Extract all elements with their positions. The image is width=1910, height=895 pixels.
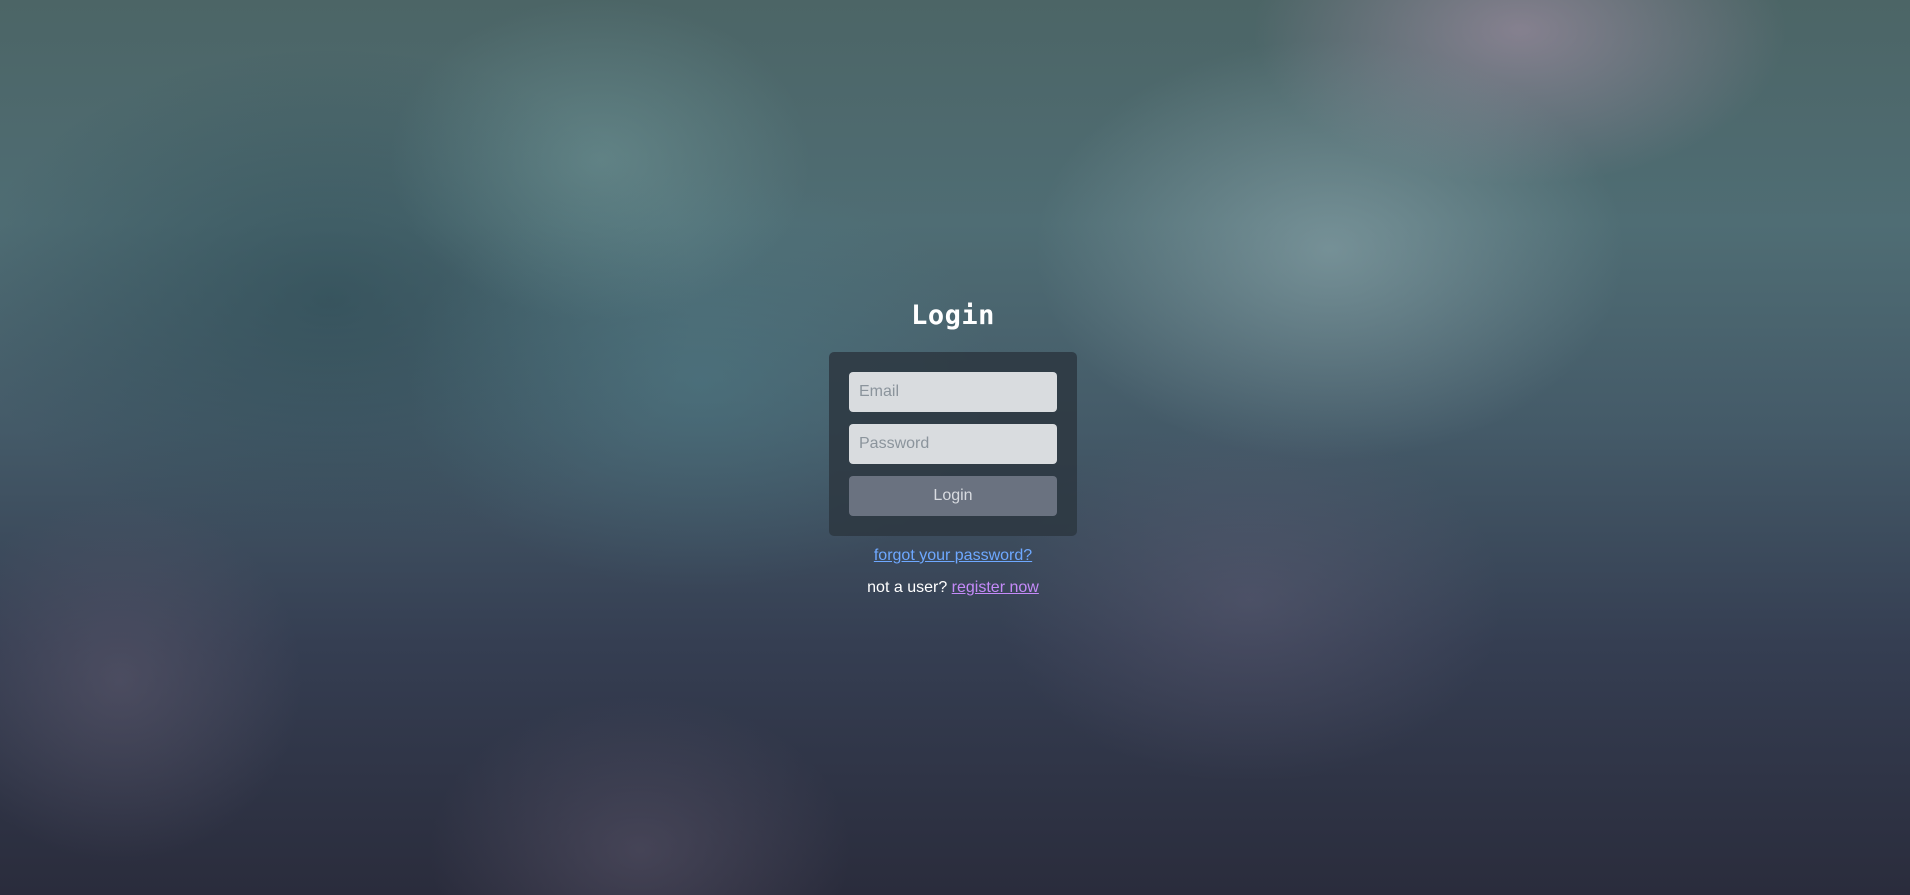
register-link[interactable]: register now	[952, 579, 1039, 596]
forgot-password-row: forgot your password?	[0, 547, 1906, 565]
not-a-user-text: not a user?	[867, 579, 948, 596]
password-field[interactable]	[849, 424, 1057, 464]
page-title: Login	[911, 300, 995, 331]
login-button[interactable]: Login	[849, 476, 1057, 516]
register-row: not a user? register now	[0, 579, 1906, 597]
login-page: Login Login forgot your password? not a …	[0, 0, 1910, 895]
forgot-password-link[interactable]: forgot your password?	[874, 547, 1032, 564]
login-form: Login	[829, 352, 1077, 536]
email-field[interactable]	[849, 372, 1057, 412]
